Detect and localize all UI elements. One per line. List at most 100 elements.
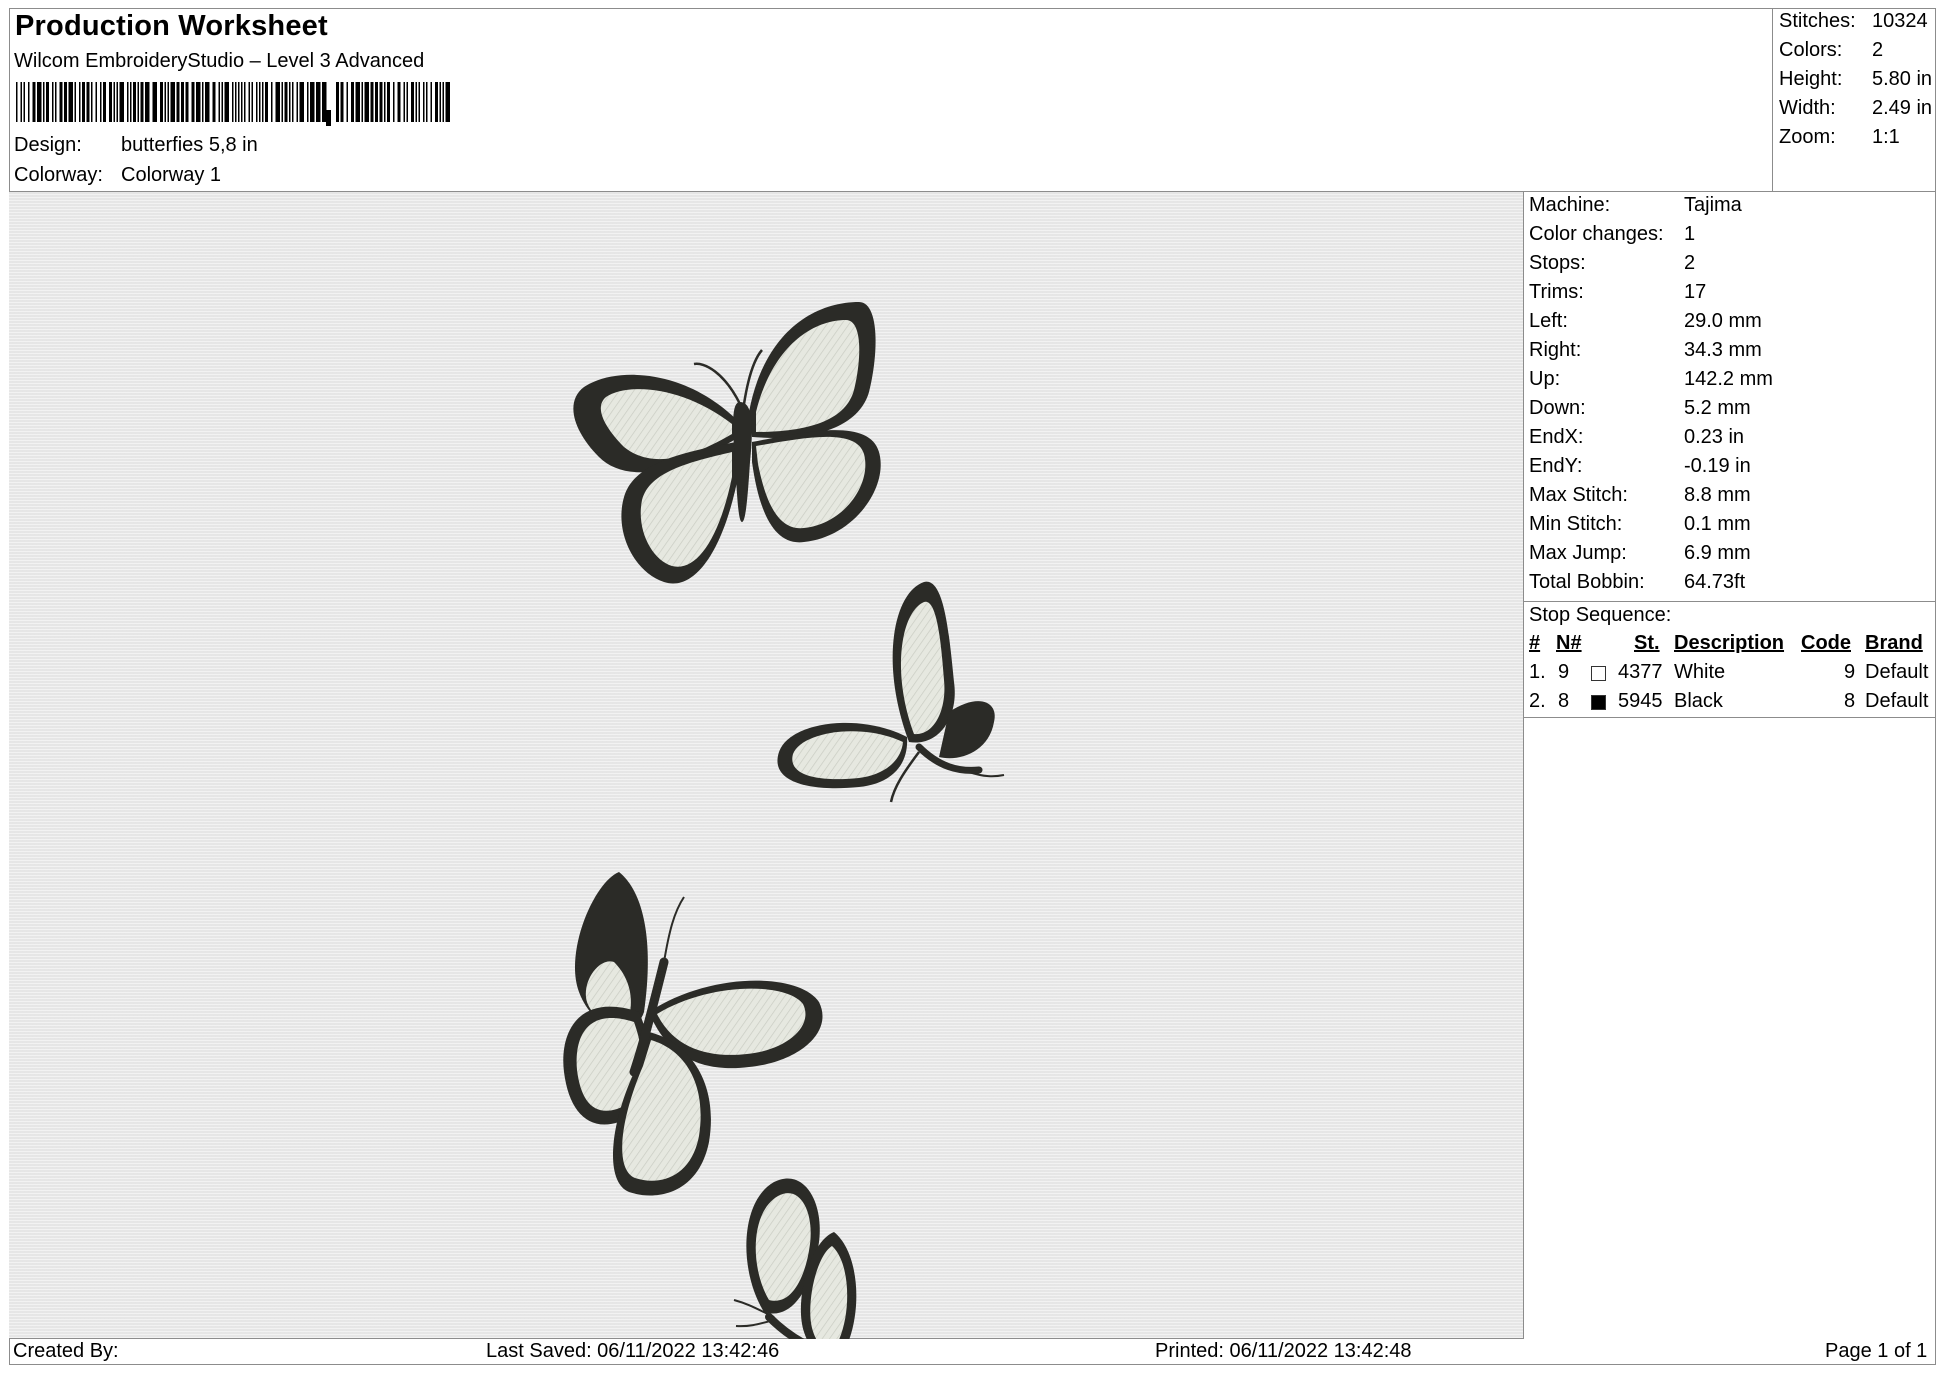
barcode-bar xyxy=(387,82,390,122)
butterfly-1 xyxy=(573,302,881,584)
colorway-row: Colorway: Colorway 1 xyxy=(14,164,221,187)
barcode-bar xyxy=(140,82,144,122)
page-title: Production Worksheet xyxy=(15,10,328,42)
stop-sequence: Stop Sequence: # N# St. Description Code… xyxy=(1524,601,1936,718)
barcode-bar xyxy=(397,82,401,122)
barcode-bar xyxy=(248,82,250,122)
barcode-bar xyxy=(262,82,264,122)
last-saved: Last Saved: 06/11/2022 13:42:46 xyxy=(486,1340,780,1362)
barcode-bar xyxy=(370,82,374,122)
col-needle: N# xyxy=(1556,632,1582,654)
barcode-bar xyxy=(191,82,195,122)
barcode-bar xyxy=(152,82,157,122)
barcode-bar xyxy=(296,82,298,122)
barcode-bar xyxy=(418,82,420,122)
barcode-bar xyxy=(351,82,354,122)
barcode-bar xyxy=(202,82,204,122)
barcode-bar xyxy=(43,82,45,122)
barcode-bar xyxy=(393,82,395,122)
barcode-bar xyxy=(32,82,36,122)
barcode-bar xyxy=(91,82,93,122)
barcode-bar xyxy=(23,82,25,122)
barcode-bar xyxy=(426,82,428,122)
barcode-bar xyxy=(355,82,360,122)
machine-row: Right: 34.3 mm xyxy=(1529,339,1762,361)
barcode-bar xyxy=(340,82,344,122)
machine-row: EndX: 0.23 in xyxy=(1529,426,1745,448)
design-preview xyxy=(9,192,1524,1339)
machine-row: Max Stitch: 8.8 mm xyxy=(1529,484,1751,506)
machine-row: Max Jump: 6.9 mm xyxy=(1529,542,1751,564)
barcode-bar xyxy=(20,82,22,122)
stat-row: Width: 2.49 in xyxy=(1779,97,1933,119)
butterfly-3 xyxy=(563,872,823,1196)
butterfly-4 xyxy=(733,1178,857,1339)
barcode-bar xyxy=(196,82,201,122)
barcode-bar xyxy=(244,82,246,122)
barcode-bar xyxy=(176,82,180,122)
barcode-bar xyxy=(336,82,339,122)
design-row: Design: butterfies 5,8 in xyxy=(14,134,258,157)
barcode-bar xyxy=(411,82,414,122)
machine-row: Min Stitch: 0.1 mm xyxy=(1529,513,1751,535)
barcode-bar xyxy=(74,82,76,122)
barcode-bar xyxy=(289,82,291,122)
barcode-bar xyxy=(52,82,54,122)
colorway-label: Colorway: xyxy=(14,164,103,186)
barcode-bar xyxy=(241,82,243,122)
machine-row: Color changes: 1 xyxy=(1529,223,1696,245)
barcode-bar xyxy=(55,82,57,122)
design-label: Design: xyxy=(14,134,82,156)
barcode-bar xyxy=(256,82,258,122)
barcode-bar xyxy=(119,82,124,122)
barcode-bar xyxy=(284,82,288,122)
barcode-bar xyxy=(384,82,386,122)
worksheet-footer: Created By: Last Saved: 06/11/2022 13:42… xyxy=(9,1339,1936,1365)
butterflies-embroidery-image xyxy=(563,302,1005,1339)
barcode-bar xyxy=(37,82,42,122)
barcode-bar xyxy=(251,82,253,122)
machine-row: Up: 142.2 mm xyxy=(1529,368,1773,390)
barcode-bar xyxy=(137,82,139,122)
barcode-bar xyxy=(167,82,169,122)
barcode-bar xyxy=(238,82,240,122)
table-row: 1. 9 4377 White 9 Default xyxy=(1529,661,1929,683)
page-number: Page 1 of 1 xyxy=(1825,1340,1928,1362)
barcode-bar xyxy=(109,82,112,122)
barcode-bar xyxy=(423,82,425,122)
butterfly-2 xyxy=(777,581,1005,803)
col-code: Code xyxy=(1801,632,1851,654)
barcode-bar xyxy=(64,82,67,122)
stop-sequence-title: Stop Sequence: xyxy=(1529,604,1672,626)
design-stats: Stitches: 10324 Colors: 2 Height: 5.80 in W… xyxy=(1773,8,1936,192)
barcode-bar xyxy=(316,82,321,122)
barcode-bar xyxy=(346,82,348,122)
barcode-bar xyxy=(185,82,189,122)
barcode-bar xyxy=(116,82,118,122)
barcode-bar xyxy=(95,82,97,122)
barcode-bar xyxy=(299,82,304,122)
barcode-bar xyxy=(145,82,150,122)
barcode-bar xyxy=(170,82,175,122)
created-by: Created By: xyxy=(13,1340,119,1362)
machine-row: Total Bobbin: 64.73ft xyxy=(1529,571,1746,593)
barcode-bar xyxy=(103,82,106,122)
barcode-bar xyxy=(292,82,294,122)
colorway-value: Colorway 1 xyxy=(121,164,222,186)
barcode-bar xyxy=(281,82,283,122)
software-name: Wilcom EmbroideryStudio – Level 3 Advanc… xyxy=(14,50,425,72)
machine-row: Trims: 17 xyxy=(1529,281,1707,303)
barcode-bar xyxy=(415,82,417,122)
stat-row: Zoom: 1:1 xyxy=(1779,126,1900,148)
machine-row: Down: 5.2 mm xyxy=(1529,397,1751,419)
barcode-bar xyxy=(322,82,327,122)
table-row: 2. 8 5945 Black 8 Default xyxy=(1529,690,1929,712)
machine-row: Stops: 2 xyxy=(1529,252,1696,274)
barcode-bar xyxy=(82,82,85,122)
col-brand: Brand xyxy=(1865,632,1923,654)
barcode-bar xyxy=(439,82,441,122)
stat-row: Stitches: 10324 xyxy=(1779,10,1928,32)
barcode-bar xyxy=(224,82,229,122)
col-num: # xyxy=(1529,632,1541,654)
color-swatch xyxy=(1591,666,1606,681)
